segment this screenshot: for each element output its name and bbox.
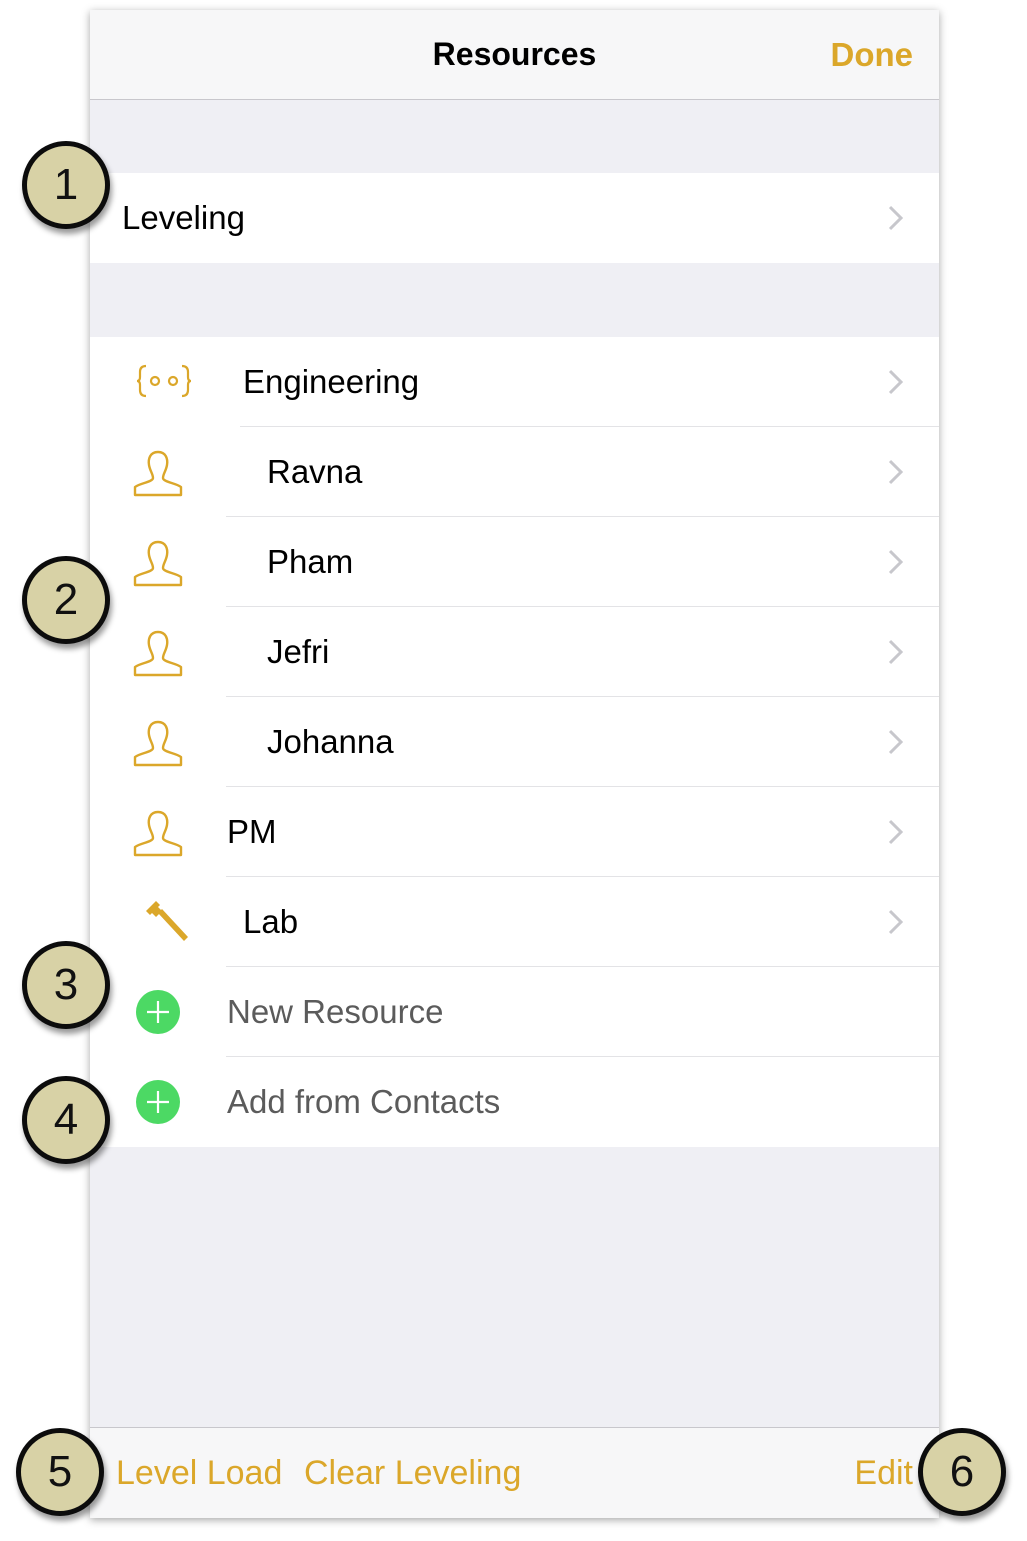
person-icon (133, 720, 183, 767)
person-icon (133, 630, 183, 677)
bottom-toolbar: Level Load Clear Leveling Edit (90, 1427, 939, 1518)
add-from-contacts-row[interactable]: Add from Contacts (90, 1057, 939, 1147)
clear-leveling-button[interactable]: Clear Leveling (304, 1454, 521, 1493)
level-load-button[interactable]: Level Load (116, 1454, 282, 1493)
chevron-right-icon (888, 729, 904, 755)
new-resource-label: New Resource (227, 993, 444, 1030)
resource-label: Jefri (267, 633, 330, 670)
edit-button[interactable]: Edit (854, 1454, 913, 1493)
chevron-right-icon (888, 639, 904, 665)
resource-row-johanna[interactable]: Johanna (90, 697, 939, 787)
callout-2: 2 (22, 556, 110, 644)
add-from-contacts-label: Add from Contacts (227, 1083, 501, 1120)
resource-label: PM (227, 813, 277, 850)
done-button[interactable]: Done (831, 36, 914, 74)
chevron-right-icon (888, 459, 904, 485)
group-icon (136, 364, 192, 398)
callout-5: 5 (16, 1428, 104, 1516)
page-title: Resources (432, 36, 597, 72)
person-icon (133, 540, 183, 587)
add-icon (136, 990, 180, 1034)
resource-label: Johanna (267, 723, 394, 760)
resources-panel: Resources Done Leveling Engineering Ravn… (90, 10, 939, 1518)
resource-label: Engineering (243, 363, 420, 400)
resource-label: Pham (267, 543, 354, 580)
resource-row-ravna[interactable]: Ravna (90, 427, 939, 517)
chevron-right-icon (888, 819, 904, 845)
resource-row-engineering[interactable]: Engineering (90, 337, 939, 427)
new-resource-row[interactable]: New Resource (90, 967, 939, 1057)
callout-6: 6 (918, 1428, 1006, 1516)
resource-row-pm[interactable]: PM (90, 787, 939, 877)
chevron-right-icon (888, 549, 904, 575)
callout-3: 3 (22, 941, 110, 1029)
leveling-row[interactable]: Leveling (90, 173, 939, 263)
resource-label: Ravna (267, 453, 363, 490)
chevron-right-icon (888, 909, 904, 935)
chevron-right-icon (888, 369, 904, 395)
hammer-icon (146, 901, 188, 941)
resource-row-lab[interactable]: Lab (90, 877, 939, 967)
person-icon (133, 810, 183, 857)
leveling-group: Leveling (90, 173, 939, 263)
resource-row-pham[interactable]: Pham (90, 517, 939, 607)
chevron-right-icon (888, 205, 904, 231)
navigation-bar: Resources Done (90, 10, 939, 100)
callout-4: 4 (22, 1076, 110, 1164)
add-icon (136, 1080, 180, 1124)
resources-list: Engineering Ravna Pham Jefri Johanna PM … (90, 337, 939, 1147)
leveling-label: Leveling (122, 199, 245, 236)
callout-1: 1 (22, 141, 110, 229)
person-icon (133, 450, 183, 497)
resource-row-jefri[interactable]: Jefri (90, 607, 939, 697)
resource-label: Lab (243, 903, 299, 940)
